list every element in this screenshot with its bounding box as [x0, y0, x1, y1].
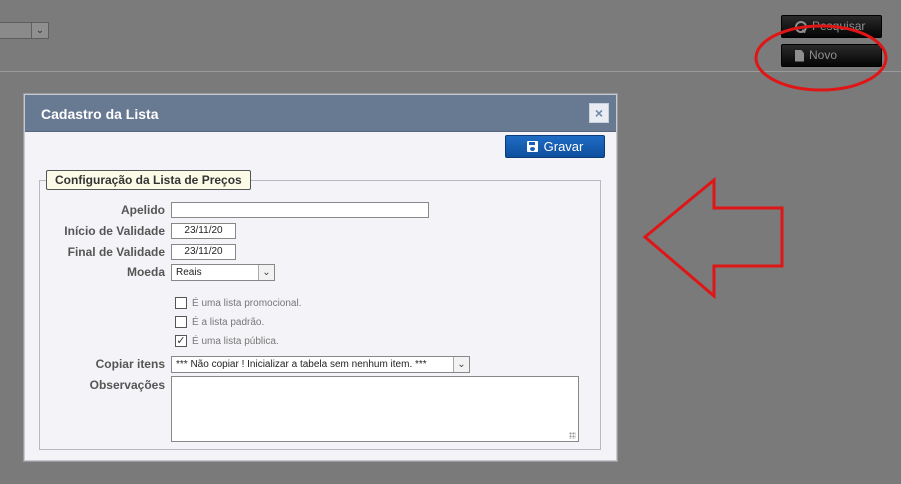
- checkbox-padrao-box[interactable]: [175, 316, 187, 328]
- moeda-select-value: Reais: [176, 267, 202, 278]
- chevron-down-icon: ⌄: [31, 23, 48, 38]
- observacoes-label: Observações: [89, 378, 165, 392]
- price-list-dialog: Cadastro da Lista × Gravar Configuração …: [24, 94, 617, 461]
- checkbox-publica-box[interactable]: ✓: [175, 335, 187, 347]
- new-button-label: Novo: [809, 48, 838, 62]
- section-legend: Configuração da Lista de Preços: [46, 170, 251, 190]
- new-button[interactable]: Novo: [781, 44, 882, 67]
- final-validade-input[interactable]: 23/11/20: [171, 244, 236, 260]
- checkbox-publica[interactable]: ✓ É uma lista pública.: [175, 335, 279, 347]
- search-button[interactable]: Pesquisar: [781, 15, 882, 38]
- search-button-label: Pesquisar: [812, 19, 866, 33]
- chevron-down-icon: ⌄: [453, 357, 469, 372]
- close-button[interactable]: ×: [589, 103, 609, 123]
- copiar-itens-select-value: *** Não copiar ! Inicializar a tabela se…: [176, 359, 427, 370]
- apelido-label: Apelido: [121, 203, 165, 217]
- inicio-validade-label: Início de Validade: [64, 224, 165, 238]
- checkbox-promocional-box[interactable]: [175, 297, 187, 309]
- checkbox-publica-label: É uma lista pública.: [192, 335, 279, 347]
- final-validade-label: Final de Validade: [67, 245, 165, 259]
- background-header: ⌄ Pesquisar Novo: [0, 0, 901, 72]
- checkbox-padrao[interactable]: É a lista padrão.: [175, 316, 264, 328]
- search-icon: [795, 20, 807, 33]
- resize-grip-icon[interactable]: [569, 432, 576, 439]
- close-icon: ×: [594, 105, 604, 121]
- document-icon: [795, 49, 804, 62]
- moeda-select[interactable]: Reais ⌄: [171, 264, 275, 281]
- dialog-title: Cadastro da Lista: [41, 106, 159, 122]
- chevron-down-icon: ⌄: [258, 265, 274, 280]
- pointer-arrow: [642, 176, 784, 300]
- dialog-header: Cadastro da Lista ×: [25, 95, 616, 132]
- checkbox-promocional-label: É uma lista promocional.: [192, 297, 302, 309]
- copiar-itens-select[interactable]: *** Não copiar ! Inicializar a tabela se…: [171, 356, 470, 373]
- background-filter-select[interactable]: ⌄: [0, 22, 49, 39]
- moeda-label: Moeda: [126, 265, 165, 279]
- checkbox-padrao-label: É a lista padrão.: [192, 316, 265, 328]
- save-button[interactable]: Gravar: [505, 135, 605, 158]
- inicio-validade-input[interactable]: 23/11/20: [171, 223, 236, 239]
- save-button-label: Gravar: [543, 139, 584, 154]
- copiar-itens-label: Copiar itens: [95, 357, 165, 371]
- observacoes-textarea[interactable]: [171, 376, 579, 442]
- floppy-disk-icon: [526, 141, 538, 152]
- checkbox-promocional[interactable]: É uma lista promocional.: [175, 297, 302, 309]
- apelido-input[interactable]: [171, 202, 429, 218]
